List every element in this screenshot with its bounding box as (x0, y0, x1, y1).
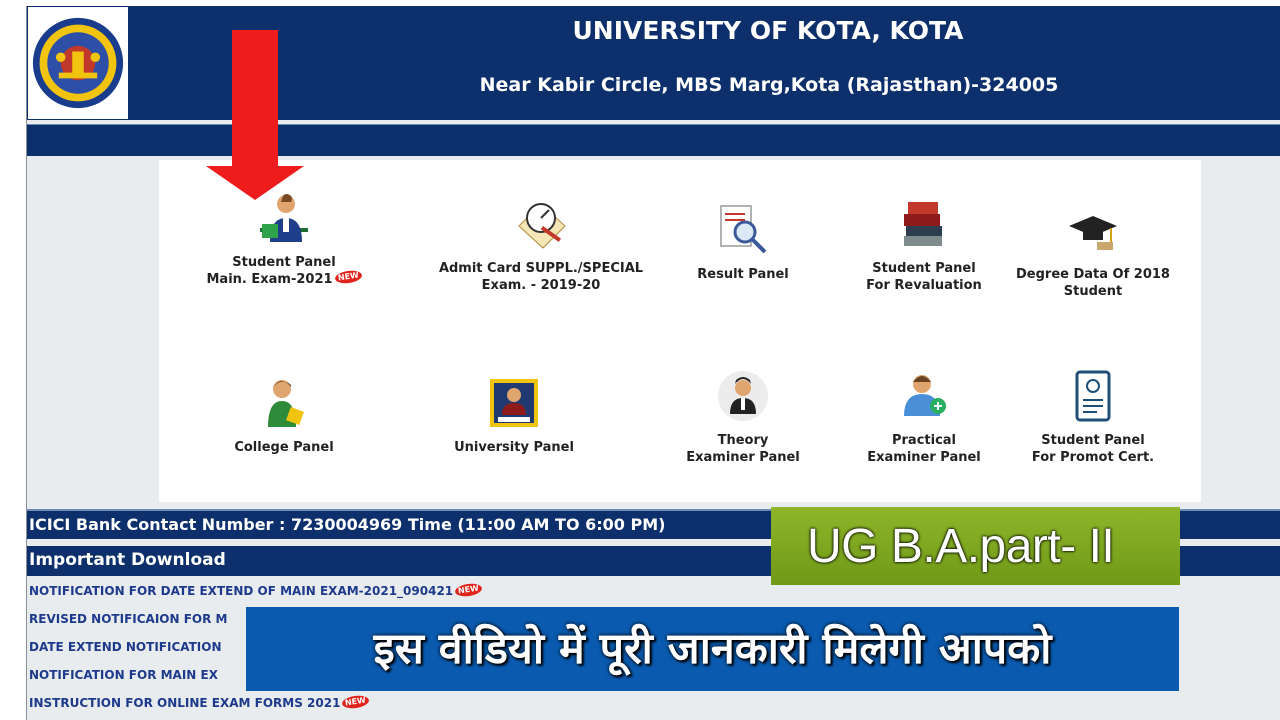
tile-label-line1: Theory (717, 433, 769, 448)
download-link[interactable]: NOTIFICATION FOR MAIN EX (29, 668, 218, 682)
tile-label-line1: Admit Card SUPPL./SPECIAL (438, 261, 644, 276)
tile-label-line1: Student Panel (232, 255, 336, 270)
new-badge-icon: NEW (333, 269, 363, 285)
tile-result-panel[interactable]: Result Panel (638, 202, 848, 283)
red-down-arrow-icon (206, 30, 304, 200)
new-badge-icon: NEW (341, 694, 371, 710)
hindi-caption: इस वीडियो में पूरी जानकारी मिलेगी आपको (246, 607, 1179, 691)
teacher-icon (268, 380, 304, 427)
download-link[interactable]: DATE EXTEND NOTIFICATION (29, 640, 222, 654)
tile-label-line2: Main. Exam-2021 NEW (179, 269, 389, 288)
new-badge-icon: NEW (454, 582, 483, 598)
tile-label-line2: Exam. - 2019-20 (481, 278, 601, 293)
ug-course-banner: UG B.A.part- II (771, 507, 1180, 585)
tile-university-panel[interactable]: University Panel (409, 375, 619, 456)
tile-degree-data[interactable]: Degree Data Of 2018 Student (988, 202, 1198, 300)
user-add-icon (904, 375, 946, 416)
download-link[interactable]: NOTIFICATION FOR DATE EXTEND OF MAIN EXA… (29, 582, 483, 598)
tile-admit-card[interactable]: Admit Card SUPPL./SPECIAL Exam. - 2019-2… (436, 196, 646, 294)
download-link[interactable]: REVISED NOTIFICAION FOR M (29, 612, 227, 626)
tile-label-line1: Degree Data Of 2018 Student (1016, 267, 1170, 299)
tile-college-panel[interactable]: College Panel (179, 375, 389, 456)
tile-promot-cert[interactable]: Student Panel For Promot Cert. (988, 368, 1198, 466)
download-link-text[interactable]: NOTIFICATION FOR DATE EXTEND OF MAIN EXA… (29, 584, 453, 598)
tile-theory-examiner[interactable]: Theory Examiner Panel (638, 368, 848, 466)
panel-grid: Student Panel Main. Exam-2021 NEW Admit C… (159, 160, 1201, 502)
tile-label-line2: For Promot Cert. (1031, 450, 1155, 465)
magnifier-document-icon (720, 205, 767, 254)
tile-label-line1: Result Panel (697, 267, 789, 282)
tile-label-line2-text: Main. Exam-2021 (206, 272, 333, 287)
download-link[interactable]: INSTRUCTION FOR ONLINE EXAM FORMS 2021 NE… (29, 694, 371, 710)
certificate-scroll-icon (1075, 370, 1111, 422)
tile-label-line2: Examiner Panel (686, 450, 800, 465)
books-icon (904, 202, 942, 246)
tile-label-line1: University Panel (454, 440, 574, 455)
graduation-cap-icon (1069, 216, 1117, 250)
admin-login-icon (490, 379, 538, 427)
tile-student-panel-main[interactable]: Student Panel Main. Exam-2021 NEW (179, 190, 389, 288)
tile-label-line1: College Panel (234, 440, 334, 455)
tile-label-line1: Student Panel (1041, 433, 1145, 448)
examiner-icon (718, 371, 768, 421)
download-link-text[interactable]: INSTRUCTION FOR ONLINE EXAM FORMS 2021 (29, 696, 340, 710)
pen-paper-icon (518, 203, 566, 249)
